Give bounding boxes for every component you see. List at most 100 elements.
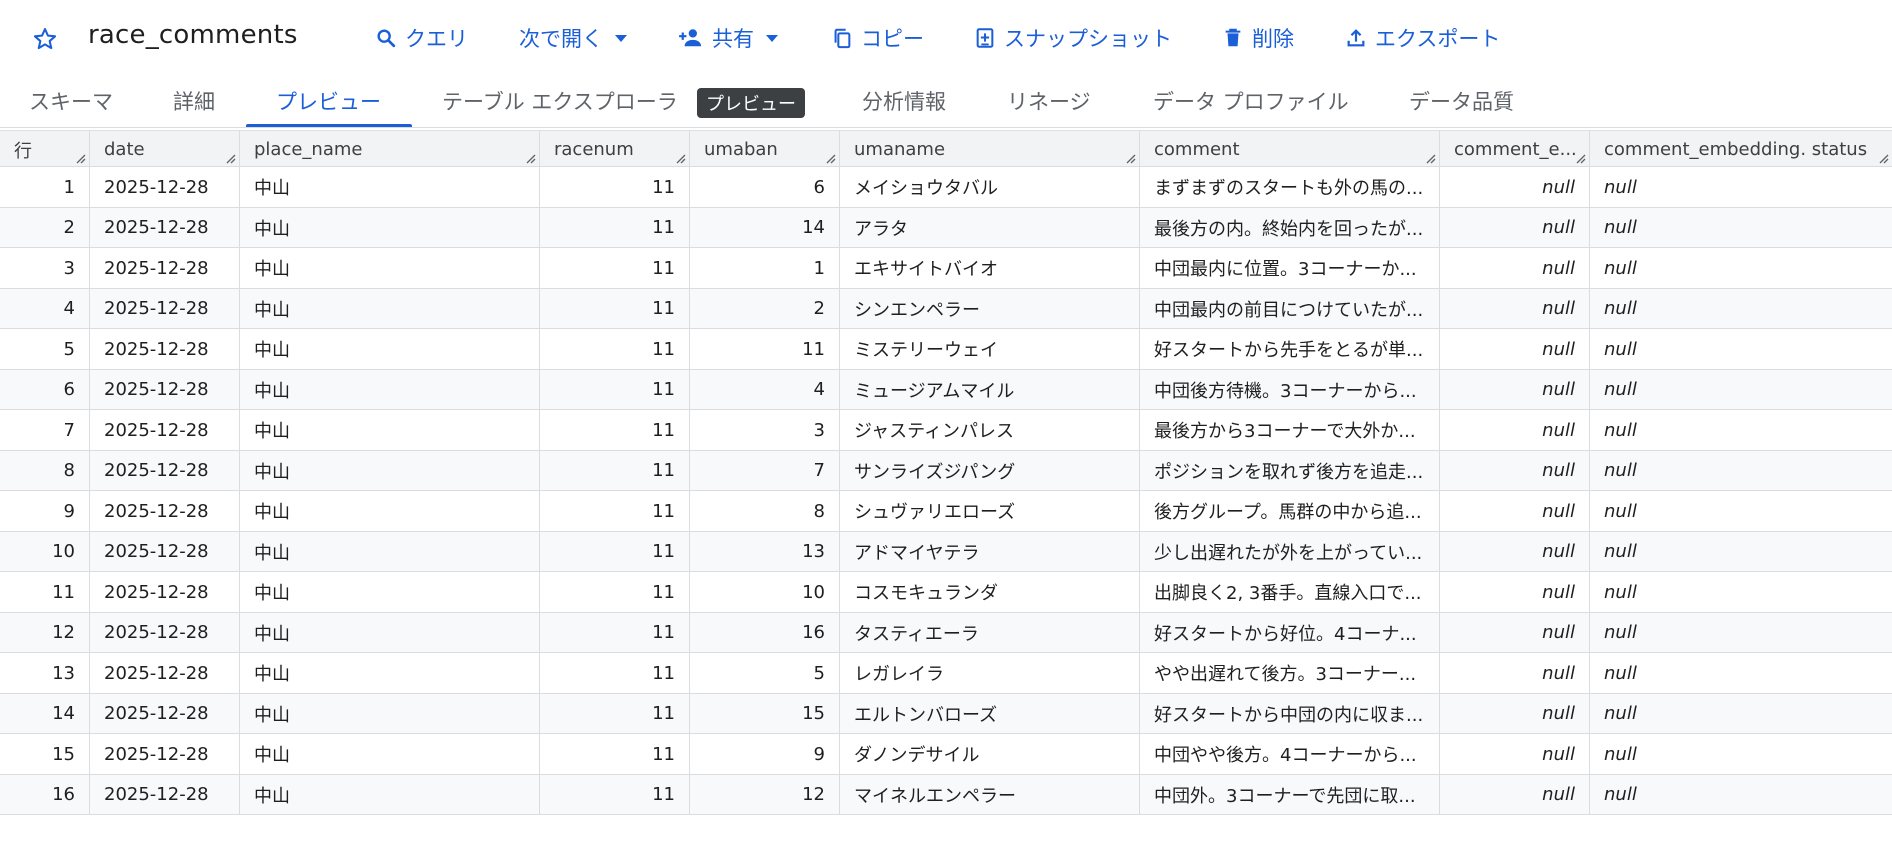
comment-embedding-cell[interactable]: null [1440, 410, 1590, 450]
racenum-cell[interactable]: 11 [540, 450, 690, 491]
umaname-cell[interactable]: アドマイヤテラ [840, 531, 1140, 572]
table-row[interactable]: 14 2025-12-28 中山 11 15 エルトンバローズ 好スタートから中団の内に収ま… [0, 693, 1892, 734]
racenum-cell[interactable]: 11 [540, 734, 690, 774]
row-number-cell[interactable]: 10 [0, 531, 90, 572]
date-cell[interactable]: 2025-12-28 [90, 612, 240, 653]
tab-insights[interactable]: 分析情報 [862, 74, 946, 128]
comment-embedding-cell[interactable]: null [1440, 653, 1590, 693]
row-number-cell[interactable]: 1 [0, 167, 90, 207]
place-name-cell[interactable]: 中山 [240, 612, 540, 653]
comment-embedding-cell[interactable]: null [1440, 612, 1590, 653]
racenum-cell[interactable]: 11 [540, 207, 690, 248]
place-name-cell[interactable]: 中山 [240, 167, 540, 207]
umaban-cell[interactable]: 13 [690, 531, 840, 572]
column-header-umaname[interactable]: umaname [840, 131, 1140, 168]
comment-cell[interactable]: 中団最内の前目につけていたが... [1140, 288, 1440, 329]
date-cell[interactable]: 2025-12-28 [90, 288, 240, 329]
racenum-cell[interactable]: 11 [540, 653, 690, 693]
column-header-comment-embedding-status[interactable]: comment_embedding. status [1590, 131, 1892, 168]
resize-handle-icon[interactable] [224, 152, 236, 164]
comment-cell[interactable]: 中団最内に位置。3コーナーか... [1140, 248, 1440, 288]
star-icon[interactable] [32, 26, 58, 52]
resize-handle-icon[interactable] [74, 152, 86, 164]
date-cell[interactable]: 2025-12-28 [90, 207, 240, 248]
table-row[interactable]: 2 2025-12-28 中山 11 14 アラタ 最後方の内。終始内を回ったが... nul… [0, 207, 1892, 248]
comment-cell[interactable]: まずまずのスタートも外の馬の... [1140, 167, 1440, 207]
place-name-cell[interactable]: 中山 [240, 207, 540, 248]
umaban-cell[interactable]: 7 [690, 450, 840, 491]
comment-embedding-status-cell[interactable]: null [1590, 572, 1892, 612]
table-row[interactable]: 16 2025-12-28 中山 11 12 マイネルエンペラー 中団外。3コーナーで先団に… [0, 774, 1892, 815]
row-number-cell[interactable]: 14 [0, 693, 90, 734]
comment-cell[interactable]: 出脚良く2, 3番手。直線入口で... [1140, 572, 1440, 612]
row-number-cell[interactable]: 7 [0, 410, 90, 450]
umaban-cell[interactable]: 14 [690, 207, 840, 248]
comment-embedding-cell[interactable]: null [1440, 774, 1590, 815]
place-name-cell[interactable]: 中山 [240, 693, 540, 734]
umaban-cell[interactable]: 4 [690, 369, 840, 410]
place-name-cell[interactable]: 中山 [240, 450, 540, 491]
racenum-cell[interactable]: 11 [540, 572, 690, 612]
comment-embedding-cell[interactable]: null [1440, 329, 1590, 369]
umaban-cell[interactable]: 9 [690, 734, 840, 774]
comment-cell[interactable]: 少し出遅れたが外を上がってい... [1140, 531, 1440, 572]
place-name-cell[interactable]: 中山 [240, 774, 540, 815]
comment-cell[interactable]: やや出遅れて後方。3コーナー... [1140, 653, 1440, 693]
resize-handle-icon[interactable] [824, 152, 836, 164]
racenum-cell[interactable]: 11 [540, 612, 690, 653]
comment-embedding-cell[interactable]: null [1440, 288, 1590, 329]
umaban-cell[interactable]: 6 [690, 167, 840, 207]
resize-handle-icon[interactable] [524, 152, 536, 164]
racenum-cell[interactable]: 11 [540, 693, 690, 734]
place-name-cell[interactable]: 中山 [240, 248, 540, 288]
umaban-cell[interactable]: 8 [690, 491, 840, 531]
row-number-cell[interactable]: 9 [0, 491, 90, 531]
row-number-cell[interactable]: 15 [0, 734, 90, 774]
row-number-cell[interactable]: 13 [0, 653, 90, 693]
table-row[interactable]: 5 2025-12-28 中山 11 11 ミステリーウェイ 好スタートから先手をとるが単.… [0, 329, 1892, 370]
racenum-cell[interactable]: 11 [540, 369, 690, 410]
comment-embedding-cell[interactable]: null [1440, 248, 1590, 288]
resize-handle-icon[interactable] [674, 152, 686, 164]
umaname-cell[interactable]: サンライズジパング [840, 450, 1140, 491]
umaban-cell[interactable]: 12 [690, 774, 840, 815]
date-cell[interactable]: 2025-12-28 [90, 410, 240, 450]
place-name-cell[interactable]: 中山 [240, 288, 540, 329]
table-row[interactable]: 7 2025-12-28 中山 11 3 ジャスティンパレス 最後方から3コーナーで大外か.… [0, 410, 1892, 451]
row-number-cell[interactable]: 6 [0, 369, 90, 410]
comment-embedding-cell[interactable]: null [1440, 572, 1590, 612]
column-header-racenum[interactable]: racenum [540, 131, 690, 168]
place-name-cell[interactable]: 中山 [240, 531, 540, 572]
comment-embedding-status-cell[interactable]: null [1590, 289, 1892, 329]
umaname-cell[interactable]: ダノンデサイル [840, 734, 1140, 774]
date-cell[interactable]: 2025-12-28 [90, 248, 240, 288]
place-name-cell[interactable]: 中山 [240, 572, 540, 612]
table-row[interactable]: 4 2025-12-28 中山 11 2 シンエンペラー 中団最内の前目につけていたが...… [0, 288, 1892, 329]
row-number-cell[interactable]: 3 [0, 248, 90, 288]
resize-handle-icon[interactable] [1877, 152, 1889, 164]
date-cell[interactable]: 2025-12-28 [90, 572, 240, 612]
comment-cell[interactable]: 好スタートから好位。4コーナ... [1140, 612, 1440, 653]
comment-embedding-status-cell[interactable]: null [1590, 653, 1892, 693]
place-name-cell[interactable]: 中山 [240, 369, 540, 410]
place-name-cell[interactable]: 中山 [240, 491, 540, 531]
date-cell[interactable]: 2025-12-28 [90, 369, 240, 410]
comment-cell[interactable]: 最後方から3コーナーで大外か... [1140, 410, 1440, 450]
comment-embedding-cell[interactable]: null [1440, 369, 1590, 410]
open-in-button[interactable]: 次で開く [519, 22, 627, 54]
umaban-cell[interactable]: 10 [690, 572, 840, 612]
comment-embedding-cell[interactable]: null [1440, 167, 1590, 207]
tab-schema[interactable]: スキーマ [29, 74, 113, 128]
comment-embedding-status-cell[interactable]: null [1590, 248, 1892, 288]
umaname-cell[interactable]: エキサイトバイオ [840, 248, 1140, 288]
comment-embedding-cell[interactable]: null [1440, 450, 1590, 491]
comment-cell[interactable]: 中団やや後方。4コーナーから... [1140, 734, 1440, 774]
comment-embedding-status-cell[interactable]: null [1590, 370, 1892, 410]
comment-embedding-cell[interactable]: null [1440, 531, 1590, 572]
comment-embedding-cell[interactable]: null [1440, 491, 1590, 531]
place-name-cell[interactable]: 中山 [240, 329, 540, 369]
comment-embedding-cell[interactable]: null [1440, 207, 1590, 248]
row-number-cell[interactable]: 2 [0, 207, 90, 248]
comment-embedding-status-cell[interactable]: null [1590, 775, 1892, 815]
table-row[interactable]: 15 2025-12-28 中山 11 9 ダノンデサイル 中団やや後方。4コーナーから..… [0, 734, 1892, 775]
